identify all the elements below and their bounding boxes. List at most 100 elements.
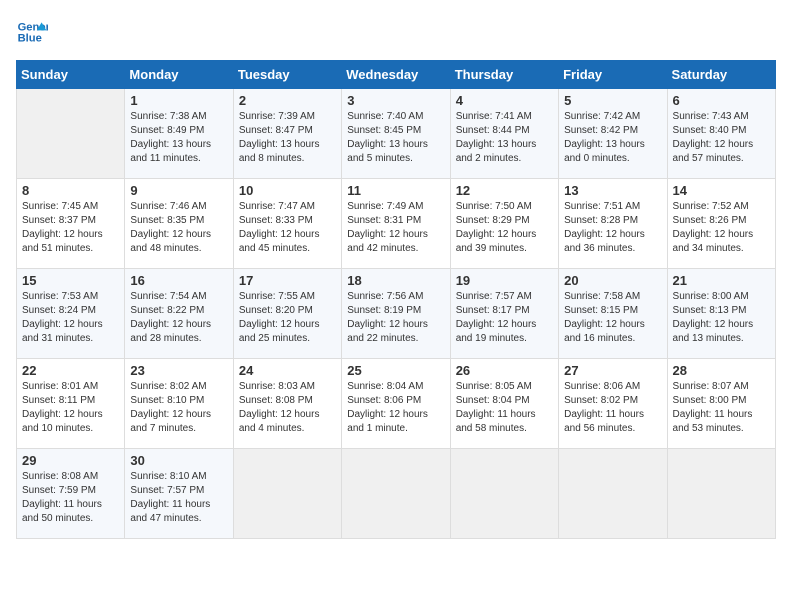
day-number: 14 <box>673 183 770 198</box>
calendar-cell: 3 Sunrise: 7:40 AMSunset: 8:45 PMDaylight… <box>342 89 450 179</box>
cell-content: Sunrise: 8:01 AMSunset: 8:11 PMDaylight:… <box>22 380 119 436</box>
calendar-cell: 16 Sunrise: 7:54 AMSunset: 8:22 PMDayligh… <box>125 269 233 359</box>
cell-content: Sunrise: 8:06 AMSunset: 8:02 PMDaylight:… <box>564 380 661 436</box>
calendar-cell: 21 Sunrise: 8:00 AMSunset: 8:13 PMDayligh… <box>667 269 775 359</box>
cell-content: Sunrise: 7:52 AMSunset: 8:26 PMDaylight:… <box>673 200 770 256</box>
day-number: 4 <box>456 93 553 108</box>
calendar-cell <box>667 449 775 539</box>
calendar-table: SundayMondayTuesdayWednesdayThursdayFrid… <box>16 60 776 539</box>
cell-content: Sunrise: 7:50 AMSunset: 8:29 PMDaylight:… <box>456 200 553 256</box>
calendar-cell: 1Sunrise: 7:38 AMSunset: 8:49 PMDaylight… <box>125 89 233 179</box>
cell-content: Sunrise: 7:38 AMSunset: 8:49 PMDaylight:… <box>130 110 227 166</box>
column-header-friday: Friday <box>559 61 667 89</box>
calendar-cell: 30 Sunrise: 8:10 AMSunset: 7:57 PMDayligh… <box>125 449 233 539</box>
calendar-cell: 10 Sunrise: 7:47 AMSunset: 8:33 PMDayligh… <box>233 179 341 269</box>
day-number: 28 <box>673 363 770 378</box>
day-number: 3 <box>347 93 444 108</box>
column-header-tuesday: Tuesday <box>233 61 341 89</box>
day-number: 16 <box>130 273 227 288</box>
calendar-cell: 13Sunrise: 7:51 AMSunset: 8:28 PMDayligh… <box>559 179 667 269</box>
calendar-cell <box>559 449 667 539</box>
column-header-wednesday: Wednesday <box>342 61 450 89</box>
calendar-cell: 12 Sunrise: 7:50 AMSunset: 8:29 PMDayligh… <box>450 179 558 269</box>
day-number: 15 <box>22 273 119 288</box>
calendar-cell: 22 Sunrise: 8:01 AMSunset: 8:11 PMDayligh… <box>17 359 125 449</box>
svg-text:Blue: Blue <box>18 33 42 45</box>
calendar-cell: 29 Sunrise: 8:08 AMSunset: 7:59 PMDayligh… <box>17 449 125 539</box>
calendar-cell: 15 Sunrise: 7:53 AMSunset: 8:24 PMDayligh… <box>17 269 125 359</box>
cell-content: Sunrise: 7:47 AMSunset: 8:33 PMDaylight:… <box>239 200 336 256</box>
cell-content: Sunrise: 7:57 AMSunset: 8:17 PMDaylight:… <box>456 290 553 346</box>
cell-content: Sunrise: 8:07 AMSunset: 8:00 PMDaylight:… <box>673 380 770 436</box>
cell-content: Sunrise: 8:08 AMSunset: 7:59 PMDaylight:… <box>22 470 119 526</box>
calendar-cell <box>233 449 341 539</box>
cell-content: Sunrise: 8:03 AMSunset: 8:08 PMDaylight:… <box>239 380 336 436</box>
day-number: 11 <box>347 183 444 198</box>
cell-content: Sunrise: 7:40 AMSunset: 8:45 PMDaylight:… <box>347 110 444 166</box>
day-number: 10 <box>239 183 336 198</box>
day-number: 22 <box>22 363 119 378</box>
cell-content: Sunrise: 7:51 AMSunset: 8:28 PMDaylight:… <box>564 200 661 256</box>
cell-content: Sunrise: 8:10 AMSunset: 7:57 PMDaylight:… <box>130 470 227 526</box>
day-number: 9 <box>130 183 227 198</box>
day-number: 6 <box>673 93 770 108</box>
week-row-5: 29 Sunrise: 8:08 AMSunset: 7:59 PMDayligh… <box>17 449 776 539</box>
day-number: 21 <box>673 273 770 288</box>
calendar-cell: 11 Sunrise: 7:49 AMSunset: 8:31 PMDayligh… <box>342 179 450 269</box>
cell-content: Sunrise: 7:58 AMSunset: 8:15 PMDaylight:… <box>564 290 661 346</box>
week-row-1: 1Sunrise: 7:38 AMSunset: 8:49 PMDaylight… <box>17 89 776 179</box>
column-header-sunday: Sunday <box>17 61 125 89</box>
calendar-cell: 17 Sunrise: 7:55 AMSunset: 8:20 PMDayligh… <box>233 269 341 359</box>
day-number: 29 <box>22 453 119 468</box>
day-number: 2 <box>239 93 336 108</box>
calendar-cell: 4Sunrise: 7:41 AMSunset: 8:44 PMDaylight… <box>450 89 558 179</box>
column-header-thursday: Thursday <box>450 61 558 89</box>
week-row-2: 8Sunrise: 7:45 AMSunset: 8:37 PMDaylight… <box>17 179 776 269</box>
cell-content: Sunrise: 8:04 AMSunset: 8:06 PMDaylight:… <box>347 380 444 436</box>
calendar-cell: 5Sunrise: 7:42 AMSunset: 8:42 PMDaylight… <box>559 89 667 179</box>
day-number: 19 <box>456 273 553 288</box>
day-number: 12 <box>456 183 553 198</box>
calendar-cell: 18 Sunrise: 7:56 AMSunset: 8:19 PMDayligh… <box>342 269 450 359</box>
cell-content: Sunrise: 7:49 AMSunset: 8:31 PMDaylight:… <box>347 200 444 256</box>
calendar-cell <box>450 449 558 539</box>
cell-content: Sunrise: 7:56 AMSunset: 8:19 PMDaylight:… <box>347 290 444 346</box>
calendar-cell: 19 Sunrise: 7:57 AMSunset: 8:17 PMDayligh… <box>450 269 558 359</box>
calendar-header-row: SundayMondayTuesdayWednesdayThursdayFrid… <box>17 61 776 89</box>
day-number: 18 <box>347 273 444 288</box>
cell-content: Sunrise: 8:05 AMSunset: 8:04 PMDaylight:… <box>456 380 553 436</box>
calendar-cell <box>17 89 125 179</box>
cell-content: Sunrise: 7:55 AMSunset: 8:20 PMDaylight:… <box>239 290 336 346</box>
calendar-cell: 24 Sunrise: 8:03 AMSunset: 8:08 PMDayligh… <box>233 359 341 449</box>
calendar-cell: 28 Sunrise: 8:07 AMSunset: 8:00 PMDayligh… <box>667 359 775 449</box>
cell-content: Sunrise: 7:53 AMSunset: 8:24 PMDaylight:… <box>22 290 119 346</box>
cell-content: Sunrise: 7:45 AMSunset: 8:37 PMDaylight:… <box>22 200 119 256</box>
calendar-cell: 27 Sunrise: 8:06 AMSunset: 8:02 PMDayligh… <box>559 359 667 449</box>
day-number: 24 <box>239 363 336 378</box>
calendar-cell: 25Sunrise: 8:04 AMSunset: 8:06 PMDayligh… <box>342 359 450 449</box>
calendar-cell: 8Sunrise: 7:45 AMSunset: 8:37 PMDaylight… <box>17 179 125 269</box>
calendar-cell <box>342 449 450 539</box>
logo: General Blue <box>16 16 52 48</box>
calendar-cell: 6 Sunrise: 7:43 AMSunset: 8:40 PMDaylight… <box>667 89 775 179</box>
calendar-cell: 23 Sunrise: 8:02 AMSunset: 8:10 PMDayligh… <box>125 359 233 449</box>
cell-content: Sunrise: 7:43 AMSunset: 8:40 PMDaylight:… <box>673 110 770 166</box>
day-number: 20 <box>564 273 661 288</box>
calendar-body: 1Sunrise: 7:38 AMSunset: 8:49 PMDaylight… <box>17 89 776 539</box>
cell-content: Sunrise: 8:02 AMSunset: 8:10 PMDaylight:… <box>130 380 227 436</box>
cell-content: Sunrise: 7:54 AMSunset: 8:22 PMDaylight:… <box>130 290 227 346</box>
header: General Blue <box>16 16 776 48</box>
day-number: 17 <box>239 273 336 288</box>
cell-content: Sunrise: 7:46 AMSunset: 8:35 PMDaylight:… <box>130 200 227 256</box>
day-number: 26 <box>456 363 553 378</box>
cell-content: Sunrise: 8:00 AMSunset: 8:13 PMDaylight:… <box>673 290 770 346</box>
column-header-monday: Monday <box>125 61 233 89</box>
day-number: 23 <box>130 363 227 378</box>
day-number: 27 <box>564 363 661 378</box>
calendar-cell: 14 Sunrise: 7:52 AMSunset: 8:26 PMDayligh… <box>667 179 775 269</box>
week-row-4: 22 Sunrise: 8:01 AMSunset: 8:11 PMDayligh… <box>17 359 776 449</box>
calendar-cell: 2 Sunrise: 7:39 AMSunset: 8:47 PMDaylight… <box>233 89 341 179</box>
calendar-cell: 9 Sunrise: 7:46 AMSunset: 8:35 PMDaylight… <box>125 179 233 269</box>
cell-content: Sunrise: 7:39 AMSunset: 8:47 PMDaylight:… <box>239 110 336 166</box>
day-number: 30 <box>130 453 227 468</box>
